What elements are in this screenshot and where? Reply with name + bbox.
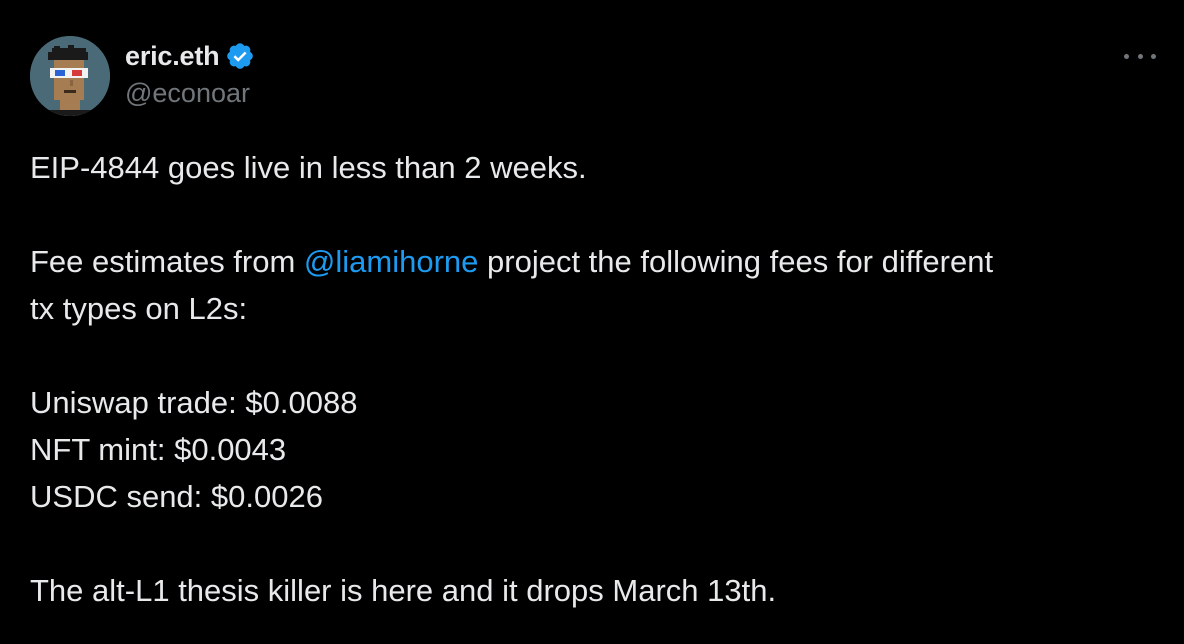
tweet-text-segment: Fee estimates from (30, 244, 304, 279)
tweet-spacer (30, 520, 1150, 567)
tweet-spacer (30, 332, 1150, 379)
tweet-line: Fee estimates from @liamihorne project t… (30, 238, 1150, 285)
tweet-text: EIP-4844 goes live in less than 2 weeks.… (30, 144, 1150, 614)
avatar[interactable] (30, 36, 110, 116)
more-dot (1151, 53, 1156, 59)
fee-line-nft: NFT mint: $0.0043 (30, 432, 287, 467)
fee-line-uniswap: Uniswap trade: $0.0088 (30, 385, 358, 420)
more-dot (1137, 53, 1143, 59)
tweet-card: eric.eth @econoar EIP-4844 goes live in … (0, 0, 1184, 644)
more-options-icon[interactable] (1124, 44, 1156, 68)
tweet-text-segment: project the following fees for different (478, 244, 994, 279)
tweet-line: EIP-4844 goes live in less than 2 weeks. (30, 150, 587, 185)
fee-line-usdc: USDC send: $0.0026 (30, 479, 323, 514)
verified-badge-icon[interactable] (225, 41, 255, 71)
author-handle[interactable]: @econoar (125, 78, 255, 109)
author-identity: eric.eth @econoar (125, 38, 255, 109)
display-name[interactable]: eric.eth (125, 41, 220, 72)
tweet-closing-line: The alt-L1 thesis killer is here and it … (30, 573, 777, 608)
name-row: eric.eth (125, 38, 255, 74)
tweet-spacer (30, 191, 1150, 238)
tweet-line: tx types on L2s: (30, 291, 248, 326)
mention-link[interactable]: @liamihorne (304, 244, 478, 279)
cryptopunk-avatar-icon (30, 36, 110, 116)
more-dot (1124, 53, 1129, 59)
